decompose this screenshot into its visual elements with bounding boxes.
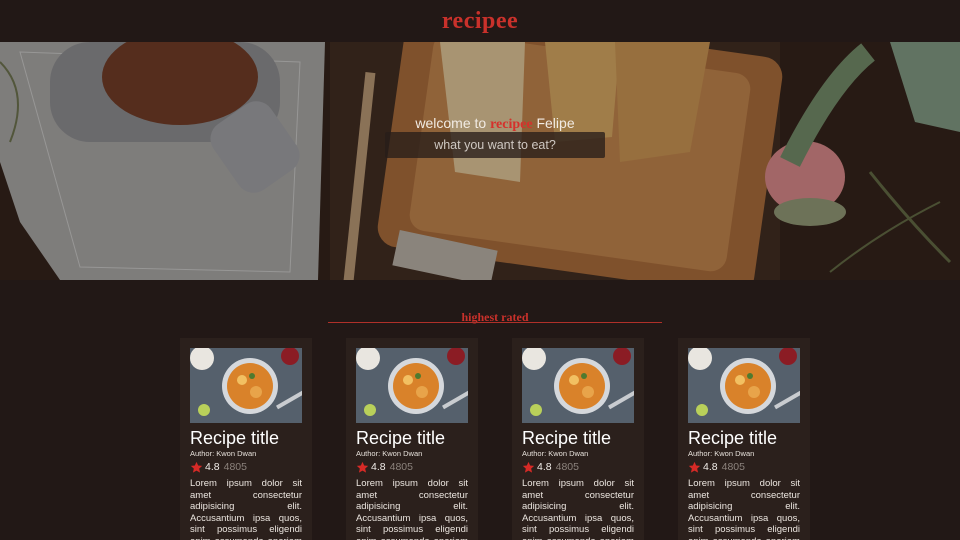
welcome-prefix: welcome to <box>415 115 491 131</box>
rating-value: 4.8 <box>537 461 552 473</box>
welcome-user: Felipe <box>532 115 575 131</box>
rating-count: 4805 <box>389 461 413 473</box>
recipe-card[interactable]: Recipe title Author: Kwon Dwan 4.8 4805 … <box>678 338 810 540</box>
recipe-rating: 4.8 4805 <box>522 460 634 474</box>
star-icon <box>190 461 203 473</box>
recipe-rating: 4.8 4805 <box>356 460 468 474</box>
rating-count: 4805 <box>721 461 745 473</box>
rating-value: 4.8 <box>703 461 718 473</box>
recipe-card[interactable]: Recipe title Author: Kwon Dwan 4.8 4805 … <box>346 338 478 540</box>
recipe-card[interactable]: Recipe title Author: Kwon Dwan 4.8 4805 … <box>180 338 312 540</box>
recipe-description: Lorem ipsum dolor sit amet consectetur a… <box>688 478 800 540</box>
star-icon <box>688 461 701 473</box>
recipe-rating: 4.8 4805 <box>688 460 800 474</box>
recipe-image <box>356 348 468 423</box>
section-header: highest rated <box>0 280 960 338</box>
brand-logo[interactable]: recipee <box>442 8 518 35</box>
recipe-description: Lorem ipsum dolor sit amet consectetur a… <box>522 478 634 540</box>
hero-overlay <box>0 42 960 280</box>
star-icon <box>356 461 369 473</box>
rating-count: 4805 <box>555 461 579 473</box>
welcome-brand: recipee <box>490 117 533 132</box>
recipe-title[interactable]: Recipe title <box>688 427 800 449</box>
recipe-title[interactable]: Recipe title <box>190 427 302 449</box>
recipe-description: Lorem ipsum dolor sit amet consectetur a… <box>356 478 468 540</box>
hero-banner: welcome to recipee Felipe <box>0 42 960 280</box>
recipe-rating: 4.8 4805 <box>190 460 302 474</box>
recipe-author: Author: Kwon Dwan <box>688 449 755 458</box>
recipe-image <box>522 348 634 423</box>
recipe-image <box>688 348 800 423</box>
top-bar: recipee <box>0 0 960 42</box>
star-icon <box>522 461 535 473</box>
recipe-description: Lorem ipsum dolor sit amet consectetur a… <box>190 478 302 540</box>
recipe-image <box>190 348 302 423</box>
recipe-card-list: Recipe title Author: Kwon Dwan 4.8 4805 … <box>0 338 960 540</box>
recipe-title[interactable]: Recipe title <box>356 427 468 449</box>
welcome-message: welcome to recipee Felipe <box>0 115 960 133</box>
rating-value: 4.8 <box>205 461 220 473</box>
recipe-author: Author: Kwon Dwan <box>190 449 257 458</box>
recipe-title[interactable]: Recipe title <box>522 427 634 449</box>
section-divider <box>328 322 662 323</box>
recipe-author: Author: Kwon Dwan <box>356 449 423 458</box>
rating-count: 4805 <box>223 461 247 473</box>
rating-value: 4.8 <box>371 461 386 473</box>
recipe-card[interactable]: Recipe title Author: Kwon Dwan 4.8 4805 … <box>512 338 644 540</box>
search-input[interactable] <box>385 132 605 158</box>
recipe-author: Author: Kwon Dwan <box>522 449 589 458</box>
